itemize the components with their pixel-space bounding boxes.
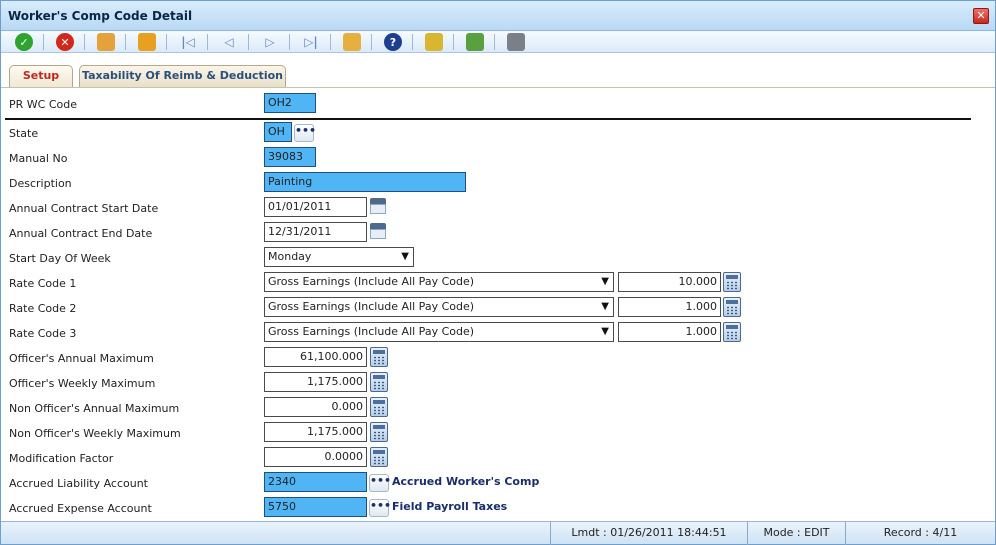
- status-record: Record : 4/11: [845, 522, 995, 545]
- status-mode: Mode : EDIT: [747, 522, 845, 545]
- contract-start-field[interactable]: 01/01/2011: [264, 197, 367, 217]
- calculator-icon[interactable]: [370, 347, 388, 367]
- notes-icon[interactable]: [425, 33, 443, 51]
- copy-icon[interactable]: [138, 33, 156, 51]
- description-label: Description: [9, 177, 72, 190]
- toolbar-separator: [371, 34, 372, 50]
- accrued-expense-lookup-button[interactable]: •••: [369, 499, 391, 517]
- accrued-expense-label: Accrued Expense Account: [9, 502, 152, 515]
- accrued-liability-field[interactable]: 2340: [264, 472, 367, 492]
- next-record-icon[interactable]: ▷: [261, 33, 279, 51]
- calculator-icon[interactable]: [370, 422, 388, 442]
- calculator-icon[interactable]: [370, 447, 388, 467]
- print-icon[interactable]: [507, 33, 525, 51]
- close-icon[interactable]: ✕: [973, 8, 989, 24]
- modification-factor-field[interactable]: 0.0000: [264, 447, 367, 467]
- rate-code-3-select[interactable]: Gross Earnings (Include All Pay Code) ▼: [264, 322, 614, 342]
- rate-code-2-value[interactable]: 1.000: [618, 297, 721, 317]
- rate-code-1-selected: Gross Earnings (Include All Pay Code): [268, 275, 475, 288]
- modification-factor-label: Modification Factor: [9, 452, 114, 465]
- accrued-liability-label: Accrued Liability Account: [9, 477, 148, 490]
- save-check-icon[interactable]: ✓: [15, 33, 33, 51]
- rate-code-3-selected: Gross Earnings (Include All Pay Code): [268, 325, 475, 338]
- new-record-icon[interactable]: [97, 33, 115, 51]
- chevron-down-icon: ▼: [601, 326, 609, 337]
- state-label: State: [9, 127, 39, 140]
- workers-comp-window: Worker's Comp Code Detail ✕ ✓ ✕ |◁ ◁ ▷ ▷…: [0, 0, 996, 545]
- manual-no-label: Manual No: [9, 152, 68, 165]
- toolbar-separator: [248, 34, 249, 50]
- accrued-liability-lookup-button[interactable]: •••: [369, 474, 391, 492]
- non-officer-weekly-max-field[interactable]: 1,175.000: [264, 422, 367, 442]
- start-day-label: Start Day Of Week: [9, 252, 111, 265]
- rate-code-1-value[interactable]: 10.000: [618, 272, 721, 292]
- toolbar-separator: [43, 34, 44, 50]
- window-title: Worker's Comp Code Detail: [8, 9, 193, 23]
- contract-end-label: Annual Contract End Date: [9, 227, 153, 240]
- officer-annual-max-label: Officer's Annual Maximum: [9, 352, 154, 365]
- rate-code-2-selected: Gross Earnings (Include All Pay Code): [268, 300, 475, 313]
- manual-no-field[interactable]: 39083: [264, 147, 316, 167]
- last-record-icon[interactable]: ▷|: [302, 33, 320, 51]
- title-bar: Worker's Comp Code Detail ✕: [1, 1, 995, 31]
- contract-end-field[interactable]: 12/31/2011: [264, 222, 367, 242]
- pr-wc-code-label: PR WC Code: [9, 98, 77, 111]
- accrued-expense-account-name: Field Payroll Taxes: [392, 500, 508, 513]
- calculator-icon[interactable]: [370, 372, 388, 392]
- rate-code-2-label: Rate Code 2: [9, 302, 77, 315]
- toolbar-separator: [330, 34, 331, 50]
- start-day-select[interactable]: Monday ▼: [264, 247, 414, 267]
- toolbar-separator: [207, 34, 208, 50]
- start-day-value: Monday: [268, 250, 312, 263]
- rate-code-1-label: Rate Code 1: [9, 277, 77, 290]
- officer-weekly-max-field[interactable]: 1,175.000: [264, 372, 367, 392]
- status-bar: Lmdt : 01/26/2011 18:44:51 Mode : EDIT R…: [1, 521, 995, 545]
- description-field[interactable]: Painting: [264, 172, 466, 192]
- header-divider: [5, 118, 971, 120]
- previous-record-icon[interactable]: ◁: [220, 33, 238, 51]
- toolbar-separator: [412, 34, 413, 50]
- toolbar-separator: [166, 34, 167, 50]
- rate-code-1-select[interactable]: Gross Earnings (Include All Pay Code) ▼: [264, 272, 614, 292]
- contract-start-label: Annual Contract Start Date: [9, 202, 159, 215]
- calendar-icon[interactable]: [369, 222, 387, 240]
- calculator-icon[interactable]: [723, 272, 741, 292]
- accrued-expense-field[interactable]: 5750: [264, 497, 367, 517]
- chevron-down-icon: ▼: [401, 251, 409, 262]
- calculator-icon[interactable]: [723, 322, 741, 342]
- find-icon[interactable]: [343, 33, 361, 51]
- rate-code-3-value[interactable]: 1.000: [618, 322, 721, 342]
- chevron-down-icon: ▼: [601, 276, 609, 287]
- toolbar: ✓ ✕ |◁ ◁ ▷ ▷| ?: [1, 31, 995, 53]
- toolbar-separator: [494, 34, 495, 50]
- toolbar-separator: [289, 34, 290, 50]
- cancel-x-icon[interactable]: ✕: [56, 33, 74, 51]
- non-officer-weekly-max-label: Non Officer's Weekly Maximum: [9, 427, 181, 440]
- first-record-icon[interactable]: |◁: [179, 33, 197, 51]
- export-icon[interactable]: [466, 33, 484, 51]
- calculator-icon[interactable]: [370, 397, 388, 417]
- pr-wc-code-field[interactable]: OH2: [264, 93, 316, 113]
- accrued-liability-account-name: Accrued Worker's Comp: [392, 475, 540, 488]
- state-field[interactable]: OH: [264, 122, 292, 142]
- non-officer-annual-max-field[interactable]: 0.000: [264, 397, 367, 417]
- tab-taxability[interactable]: Taxability Of Reimb & Deduction: [79, 65, 286, 87]
- toolbar-separator: [125, 34, 126, 50]
- tab-underline: [1, 87, 995, 88]
- calendar-icon[interactable]: [369, 197, 387, 215]
- toolbar-separator: [453, 34, 454, 50]
- officer-annual-max-field[interactable]: 61,100.000: [264, 347, 367, 367]
- rate-code-3-label: Rate Code 3: [9, 327, 77, 340]
- non-officer-annual-max-label: Non Officer's Annual Maximum: [9, 402, 180, 415]
- calculator-icon[interactable]: [723, 297, 741, 317]
- toolbar-separator: [84, 34, 85, 50]
- officer-weekly-max-label: Officer's Weekly Maximum: [9, 377, 156, 390]
- chevron-down-icon: ▼: [601, 301, 609, 312]
- help-icon[interactable]: ?: [384, 33, 402, 51]
- status-lmdt: Lmdt : 01/26/2011 18:44:51: [550, 522, 747, 545]
- rate-code-2-select[interactable]: Gross Earnings (Include All Pay Code) ▼: [264, 297, 614, 317]
- state-lookup-button[interactable]: •••: [294, 124, 316, 142]
- tab-setup[interactable]: Setup: [9, 65, 73, 87]
